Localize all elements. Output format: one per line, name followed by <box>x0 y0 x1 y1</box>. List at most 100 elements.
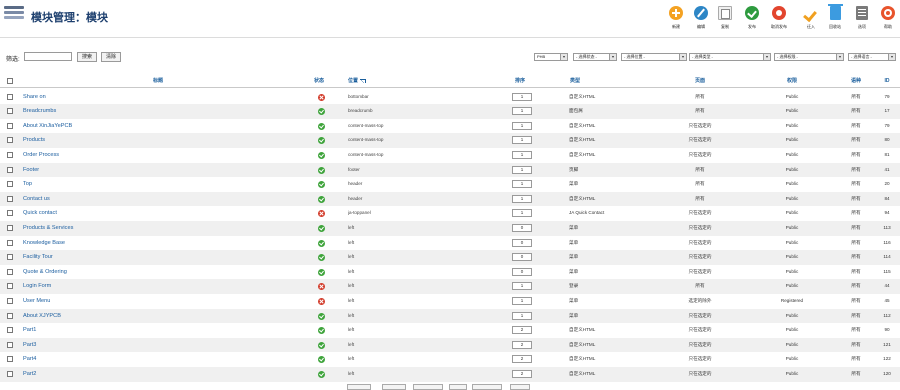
ordering-input[interactable]: 1 <box>512 297 532 305</box>
edit-button[interactable]: 编辑 <box>689 6 713 34</box>
search-input[interactable] <box>24 52 72 61</box>
row-checkbox[interactable] <box>7 225 13 231</box>
row-checkbox[interactable] <box>7 122 13 129</box>
select-all-checkbox[interactable] <box>7 78 13 84</box>
module-title-link[interactable]: Part3 <box>23 338 213 353</box>
row-checkbox[interactable] <box>7 327 13 334</box>
row-checkbox[interactable] <box>7 371 13 377</box>
module-title-link[interactable]: Login Form <box>23 279 213 294</box>
module-title-link[interactable]: Footer <box>23 163 213 178</box>
module-title-link[interactable]: Breadcrumbs <box>23 104 213 119</box>
pagination-limit[interactable] <box>510 384 530 390</box>
ordering-input[interactable]: 1 <box>512 121 532 130</box>
ordering-input[interactable]: 2 <box>512 326 532 335</box>
access-select[interactable]: - 选择权限 - <box>774 53 844 61</box>
ordering-input[interactable]: 1 <box>512 165 532 174</box>
published-icon[interactable] <box>318 137 325 145</box>
published-icon[interactable] <box>318 152 325 159</box>
checkin-button[interactable]: 迁入 <box>799 6 823 34</box>
row-checkbox[interactable] <box>7 93 13 100</box>
published-icon[interactable] <box>318 312 325 320</box>
publish-button[interactable]: 发布 <box>740 6 764 34</box>
ordering-input[interactable]: 1 <box>512 311 532 320</box>
module-title-link[interactable]: Facility Tour <box>23 250 213 265</box>
row-checkbox[interactable] <box>7 239 13 246</box>
module-title-link[interactable]: Share on <box>23 90 213 105</box>
ordering-input[interactable]: 1 <box>512 151 532 159</box>
pagination-prev[interactable] <box>382 384 406 390</box>
row-checkbox[interactable] <box>7 312 13 319</box>
language-select[interactable]: - 选择语言 - <box>848 53 896 61</box>
ordering-input[interactable]: 2 <box>512 340 532 349</box>
published-icon[interactable] <box>318 327 325 335</box>
published-icon[interactable] <box>318 122 325 130</box>
unpublished-icon[interactable] <box>318 93 325 101</box>
site-select[interactable]: PHB <box>534 53 568 61</box>
module-title-link[interactable]: Products & Services <box>23 221 213 236</box>
new-button[interactable]: 新建 <box>664 6 688 34</box>
ordering-input[interactable]: 2 <box>512 370 532 378</box>
pagination-start[interactable] <box>347 384 371 390</box>
row-checkbox[interactable] <box>7 152 13 158</box>
module-title-link[interactable]: Part1 <box>23 323 213 338</box>
pagination-end[interactable] <box>472 384 502 390</box>
help-button[interactable]: 帮助 <box>876 6 900 34</box>
column-id[interactable]: ID <box>878 75 896 88</box>
unpublished-icon[interactable] <box>318 298 325 305</box>
ordering-input[interactable]: 1 <box>512 92 532 101</box>
row-checkbox[interactable] <box>7 268 13 275</box>
position-select[interactable]: - 选择位置 - <box>621 53 687 61</box>
module-title-link[interactable]: Order Process <box>23 148 213 163</box>
module-title-link[interactable]: Knowledge Base <box>23 236 213 251</box>
search-button[interactable]: 搜索 <box>77 52 98 62</box>
published-icon[interactable] <box>318 371 325 378</box>
row-checkbox[interactable] <box>7 195 13 202</box>
row-checkbox[interactable] <box>7 356 13 363</box>
row-checkbox[interactable] <box>7 181 13 188</box>
published-icon[interactable] <box>318 356 325 364</box>
unpublished-icon[interactable] <box>318 210 325 218</box>
published-icon[interactable] <box>318 181 325 189</box>
ordering-input[interactable]: 0 <box>512 253 532 262</box>
column-status[interactable]: 状态 <box>314 75 324 88</box>
row-checkbox[interactable] <box>7 108 13 115</box>
ordering-input[interactable]: 2 <box>512 355 532 364</box>
published-icon[interactable] <box>318 108 325 116</box>
ordering-input[interactable]: 1 <box>512 107 532 116</box>
unpublished-icon[interactable] <box>318 283 325 291</box>
module-title-link[interactable]: About XJYPCB <box>23 309 213 324</box>
ordering-input[interactable]: 1 <box>512 136 532 145</box>
clear-button[interactable]: 清除 <box>101 52 122 62</box>
column-title[interactable]: 标题 <box>23 75 293 88</box>
row-checkbox[interactable] <box>7 137 13 144</box>
module-title-link[interactable]: Part4 <box>23 352 213 367</box>
column-ordering[interactable]: 排序 <box>515 75 525 88</box>
column-type[interactable]: 类型 <box>570 75 580 88</box>
published-icon[interactable] <box>318 225 325 232</box>
column-position[interactable]: 位置 <box>348 75 468 88</box>
ordering-input[interactable]: 1 <box>512 282 532 291</box>
published-icon[interactable] <box>318 268 325 276</box>
module-title-link[interactable]: Top <box>23 177 213 192</box>
module-title-link[interactable]: Part2 <box>23 367 213 382</box>
ordering-input[interactable]: 0 <box>512 238 532 247</box>
status-select[interactable]: - 选择状态 - <box>573 53 617 61</box>
ordering-input[interactable]: 1 <box>512 209 532 218</box>
published-icon[interactable] <box>318 195 325 203</box>
column-access[interactable]: 权限 <box>752 75 832 88</box>
column-pages[interactable]: 页面 <box>660 75 740 88</box>
row-checkbox[interactable] <box>7 166 13 173</box>
ordering-input[interactable]: 0 <box>512 267 532 276</box>
copy-button[interactable]: 复制 <box>713 6 737 34</box>
ordering-input[interactable]: 1 <box>512 194 532 203</box>
module-title-link[interactable]: About XinJiaYePCB <box>23 119 213 134</box>
ordering-input[interactable]: 1 <box>512 180 532 189</box>
row-checkbox[interactable] <box>7 341 13 348</box>
module-title-link[interactable]: Contact us <box>23 192 213 207</box>
published-icon[interactable] <box>318 166 325 174</box>
module-title-link[interactable]: Products <box>23 133 213 148</box>
pagination-page[interactable] <box>413 384 443 390</box>
column-language[interactable]: 语种 <box>846 75 866 88</box>
module-title-link[interactable]: Quote & Ordering <box>23 265 213 280</box>
row-checkbox[interactable] <box>7 210 13 217</box>
